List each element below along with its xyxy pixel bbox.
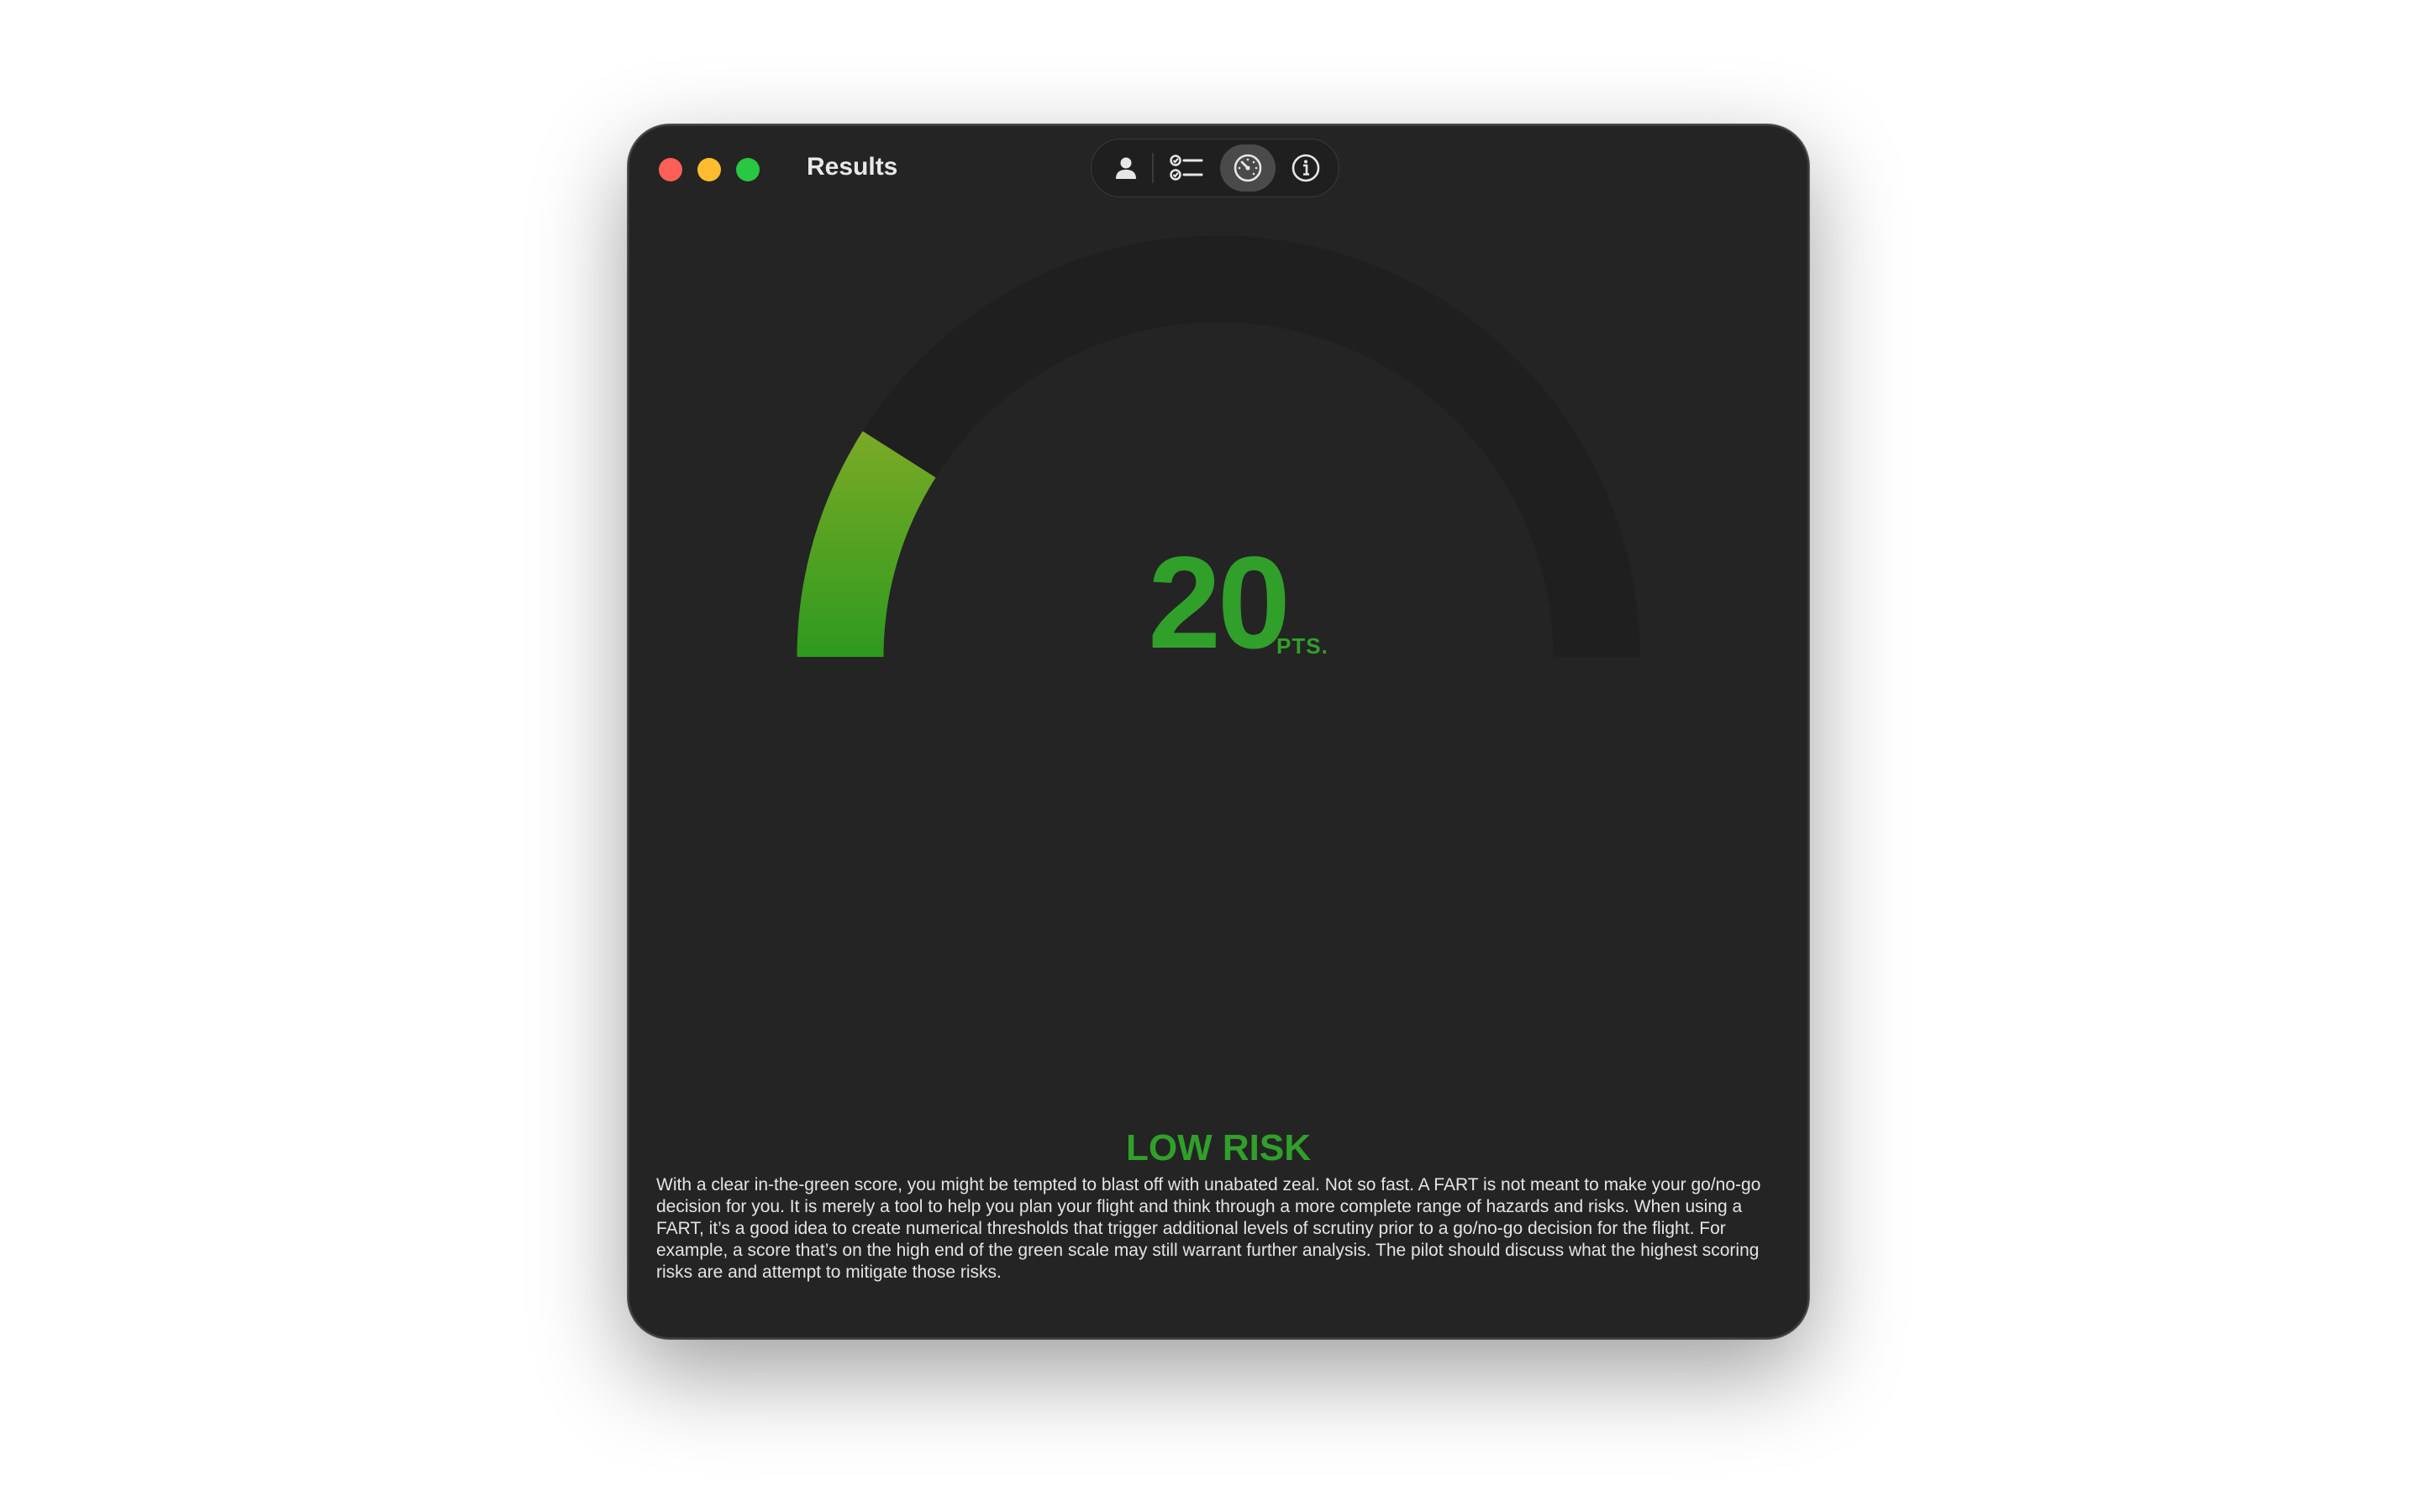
- risk-gauge: [797, 235, 1640, 658]
- results-window: Results 20 PTS. LOW RISK With a clear in…: [628, 124, 1809, 1339]
- gauge-fill: [797, 431, 936, 658]
- risk-level-heading: LOW RISK: [1126, 1127, 1311, 1168]
- risk-description: With a clear in-the-green score, you mig…: [656, 1175, 1761, 1282]
- score-unit: PTS.: [1276, 633, 1328, 659]
